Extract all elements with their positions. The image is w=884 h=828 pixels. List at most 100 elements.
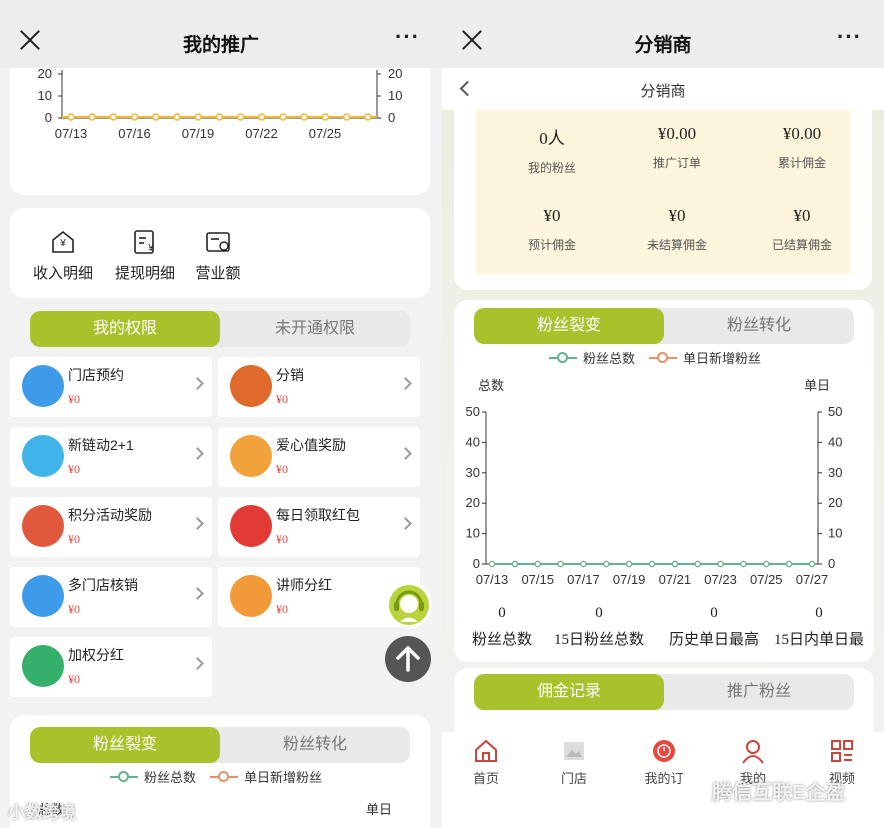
series-point [694, 560, 701, 568]
user-icon [742, 740, 764, 764]
permission-amount: ¥0 [276, 392, 288, 406]
permission-amount: ¥0 [68, 532, 80, 546]
series-point [258, 113, 266, 121]
permission-name: 积分活动奖励 [68, 507, 152, 523]
series-point [67, 113, 75, 121]
permission-item[interactable]: 分销 ¥0 [218, 357, 420, 417]
tab-my-permissions[interactable]: 我的权限 [30, 311, 220, 347]
series-point [625, 560, 633, 568]
stat-label: 我的粉丝 [527, 161, 576, 175]
chevron-right-icon [191, 447, 204, 460]
legend-marker [210, 770, 239, 783]
scroll-top-button[interactable] [385, 636, 431, 682]
customer-service-button[interactable] [386, 582, 432, 628]
tab-fans-conversion-left[interactable]: 粉丝转化 [220, 727, 410, 763]
summary-item: 0 15日内单日最 [764, 605, 874, 649]
series-point [808, 560, 816, 568]
permission-item[interactable]: 新链动2+1 ¥0 [10, 427, 212, 487]
summary-label: 15日粉丝总数 [553, 632, 644, 648]
y-tick-left: 20 [38, 66, 52, 81]
nav-label: 我的订 [644, 771, 684, 786]
tab-fans-conversion[interactable]: 粉丝转化 [664, 308, 854, 344]
y-tick-left: 20 [466, 495, 480, 510]
x-tick-label: 07/21 [659, 572, 692, 587]
stat-value: ¥0.00 [782, 124, 822, 143]
series-point [534, 560, 541, 568]
series-point [648, 560, 656, 568]
revenue-link[interactable]: 营业额 [183, 228, 253, 283]
permission-item[interactable]: 门店预约 ¥0 [10, 357, 212, 417]
tab-promoted-fans[interactable]: 推广粉丝 [664, 674, 854, 710]
stat-value: ¥0.00 [657, 124, 697, 143]
tab-commission-records[interactable]: 佣金记录 [474, 674, 664, 710]
fans-chart-card: 粉丝裂变 粉丝转化 粉丝总数 单日新增粉丝 总数 单日 50 50 40 40 30 30 20… [454, 300, 874, 662]
more-icon[interactable]: ··· [837, 26, 862, 48]
stat-value: ¥0 [668, 206, 686, 225]
stat-item: 0人 我的粉丝 [492, 124, 612, 176]
legend-marker [649, 351, 678, 364]
series-point [364, 113, 372, 121]
record-tabs: 佣金记录 推广粉丝 [474, 674, 854, 710]
permission-amount: ¥0 [68, 392, 80, 406]
series-point [321, 113, 330, 121]
series-point [785, 560, 793, 568]
summary-value: 0 [710, 605, 718, 621]
permission-item[interactable]: 加权分红 ¥0 [10, 637, 212, 697]
y-tick-right: 10 [828, 526, 842, 541]
permission-name: 讲师分红 [276, 577, 332, 593]
series-point [717, 560, 724, 568]
x-tick-label: 07/19 [613, 572, 646, 587]
headset-agent-icon [389, 585, 429, 625]
page-title: 我的推广 [182, 35, 259, 56]
stat-label: 累计佣金 [777, 156, 826, 170]
axis-title-right: 单日 [365, 802, 392, 817]
nav-home[interactable]: 首页 [456, 738, 516, 787]
series-point [279, 113, 287, 121]
withdraw-detail-link[interactable]: ¥ 提现明细 [110, 228, 180, 283]
y-tick-left: 40 [466, 434, 480, 449]
permission-name: 分销 [276, 367, 304, 383]
legend-label: 单日新增粉丝 [683, 351, 762, 366]
y-tick-right: 20 [388, 66, 402, 81]
permission-item[interactable]: 爱心值奖励 ¥0 [218, 427, 420, 487]
stat-label: 推广订单 [652, 156, 701, 170]
series-point [215, 113, 224, 121]
summary-label: 历史单日最高 [668, 632, 759, 648]
legend-total-fans-left: 粉丝总数 [110, 767, 196, 786]
more-icon[interactable]: ··· [395, 26, 420, 48]
nav-store[interactable]: 门店 [544, 738, 604, 787]
legend-total-fans: 粉丝总数 [549, 348, 635, 367]
tab-fans-growth-left[interactable]: 粉丝裂变 [30, 727, 220, 763]
income-detail-link[interactable]: ¥ 收入明细 [28, 228, 98, 283]
permission-amount: ¥0 [68, 462, 80, 476]
series-point [603, 560, 610, 568]
permission-item[interactable]: 每日领取红包 ¥0 [218, 497, 420, 557]
points-badge-icon [22, 505, 64, 547]
legend-label: 粉丝总数 [144, 770, 197, 785]
permission-item[interactable]: 积分活动奖励 ¥0 [10, 497, 212, 557]
tab-fans-growth[interactable]: 粉丝裂变 [474, 308, 664, 344]
permission-name: 爱心值奖励 [276, 437, 346, 453]
heart-reward-icon [230, 435, 272, 477]
fans-tabs-left: 粉丝裂变 粉丝转化 [30, 727, 410, 763]
chevron-right-icon [191, 657, 204, 670]
x-tick-label: 07/19 [182, 126, 215, 141]
nav-label: 门店 [560, 771, 587, 786]
x-tick-label: 07/22 [245, 126, 278, 141]
orders-icon [653, 740, 675, 762]
nav-orders[interactable]: 我的订 [634, 738, 694, 787]
quick-links-card: ¥ 收入明细 ¥ 提现明细 营业额 [10, 208, 430, 298]
permission-name: 新链动2+1 [68, 437, 134, 453]
stat-item: ¥0 预计佣金 [492, 206, 612, 253]
revenue-label: 营业额 [195, 265, 241, 282]
series-point [511, 560, 519, 568]
chevron-right-icon [191, 377, 204, 390]
permission-item[interactable]: 多门店核销 ¥0 [10, 567, 212, 627]
store-image-icon [564, 742, 584, 760]
chevron-right-icon [399, 517, 412, 530]
tab-unopened-permissions[interactable]: 未开通权限 [220, 311, 410, 347]
fans-legend-left: 粉丝总数 单日新增粉丝 [110, 767, 322, 786]
summary-item: 0 15日粉丝总数 [549, 605, 649, 649]
series-point [152, 113, 160, 121]
nav-label: 首页 [472, 771, 499, 786]
